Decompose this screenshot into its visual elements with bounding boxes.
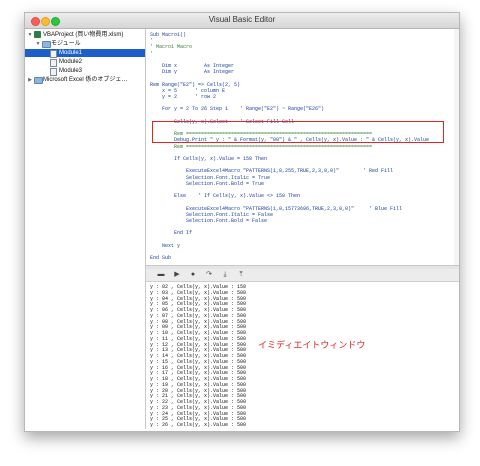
code-line: End Sub bbox=[150, 255, 172, 262]
folder-icon bbox=[42, 41, 51, 48]
expand-triangle-icon[interactable]: ▶ bbox=[27, 76, 33, 84]
tree-item-label: モジュール bbox=[51, 41, 81, 47]
step-icon[interactable]: ▶ bbox=[172, 270, 182, 280]
debug-print-highlight bbox=[152, 121, 444, 143]
module-icon bbox=[50, 59, 57, 67]
window-title: Visual Basic Editor bbox=[208, 15, 276, 24]
tree-item-folder[interactable]: ▶ Microsoft Excel 係のオブジェ… bbox=[25, 76, 145, 84]
code-line: Rem ====================================… bbox=[150, 143, 373, 150]
tree-item-label: VBAProject (買い物費用.xlsm) bbox=[43, 32, 124, 38]
code-line: ' bbox=[150, 50, 154, 57]
code-line: End If bbox=[150, 230, 193, 237]
immediate-window[interactable]: y : 02 , Cells(y, x).Value : 150 y : 03 ,… bbox=[146, 282, 459, 429]
module-icon bbox=[50, 50, 57, 58]
tree-item-module[interactable]: Module3 bbox=[25, 67, 145, 76]
code-line: Next y bbox=[150, 242, 181, 249]
code-line: Dim y As Integer bbox=[150, 69, 235, 76]
collapse-triangle-icon[interactable]: ▼ bbox=[27, 31, 33, 39]
project-icon bbox=[34, 31, 41, 38]
project-explorer: ▼ VBAProject (買い物費用.xlsm) ▼ モジュール Module1 Mod… bbox=[25, 29, 146, 429]
tree-item-label: Module1 bbox=[59, 50, 83, 56]
vbe-window: Visual Basic Editor ▼ VBAProject (買い物費用.x… bbox=[24, 12, 460, 432]
module-icon bbox=[50, 68, 57, 76]
tree-item-folder[interactable]: ▼ モジュール bbox=[25, 40, 145, 48]
code-line: For y = 2 To 26 Step 1 ' Range("E2") ~ R… bbox=[150, 106, 325, 113]
tree-item-label: Microsoft Excel 係のオブジェ… bbox=[43, 77, 128, 83]
stop-icon[interactable]: ▬ bbox=[156, 270, 166, 280]
step-out-icon[interactable]: ⤒ bbox=[236, 270, 246, 280]
code-editor[interactable]: Sub Macro1() ' ' Macro1 Macro ' Dim x As In… bbox=[146, 29, 459, 265]
code-line: Selection.Font.Bold = True bbox=[150, 180, 265, 187]
immediate-toolbar: ▬ ▶ ● ↷ ⤓ ⤒ bbox=[146, 269, 459, 282]
immediate-window-annotation: イミディエイトウィンドウ bbox=[258, 341, 366, 351]
code-line: Selection.Font.Bold = False bbox=[150, 218, 268, 224]
step-over-icon[interactable]: ↷ bbox=[204, 270, 214, 280]
collapse-triangle-icon[interactable]: ▼ bbox=[35, 40, 41, 48]
immediate-output-line: y : 26 , Cells(y, x).Value : 500 bbox=[150, 422, 247, 428]
code-line: y = 2 ' row 2 bbox=[150, 94, 217, 100]
title-bar[interactable]: Visual Basic Editor bbox=[25, 13, 459, 29]
tree-item-label: Module2 bbox=[59, 59, 83, 65]
tree-item-module[interactable]: Module1 bbox=[25, 49, 145, 58]
folder-icon bbox=[34, 77, 43, 84]
code-scrollbar[interactable] bbox=[454, 29, 459, 265]
step-into-icon[interactable]: ⤓ bbox=[220, 270, 230, 280]
code-line: ' Macro1 Macro bbox=[150, 44, 193, 51]
code-line: Sub Macro1() bbox=[150, 32, 187, 38]
tree-item-module[interactable]: Module2 bbox=[25, 58, 145, 67]
tree-item-project[interactable]: ▼ VBAProject (買い物費用.xlsm) bbox=[25, 31, 145, 39]
tree-item-label: Module3 bbox=[59, 68, 83, 74]
code-line: Else ' If Cells(y, x).Value <> 150 Then bbox=[150, 193, 301, 200]
breakpoint-icon[interactable]: ● bbox=[188, 270, 198, 280]
code-line: If Cells(y, x).Value = 150 Then bbox=[150, 156, 268, 162]
